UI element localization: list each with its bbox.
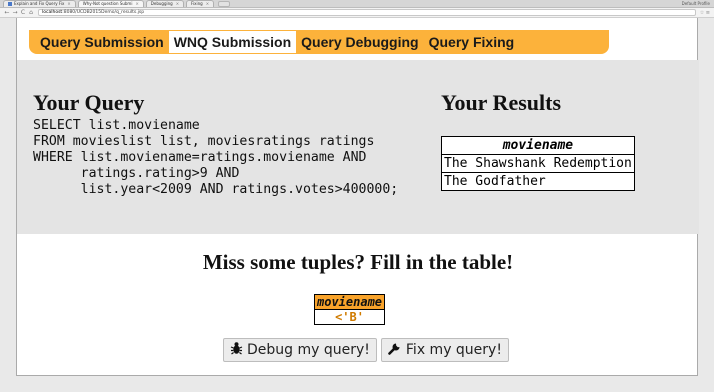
nav-wnq-submission[interactable]: WNQ Submission [168,31,297,53]
results-cell: The Shawshank Redemption [441,154,635,173]
sql-query-text: SELECT list.moviename FROM movieslist li… [33,118,399,197]
missing-tuples-table: moviename <'B' [313,294,386,325]
home-icon[interactable]: ⌂ [27,9,35,17]
debug-button-label: Debug my query! [247,342,370,358]
nav-query-submission[interactable]: Query Submission [35,31,169,53]
favicon-icon [8,2,12,6]
browser-tab[interactable]: Fixing × [186,0,215,7]
back-arrow-icon[interactable]: ← [3,9,11,17]
missing-tuples-heading: Miss some tuples? Fill in the table! [202,250,514,274]
browser-tab[interactable]: Explain and Fix Query Fix × [3,0,76,7]
main-nav: Query Submission WNQ Submission Query De… [29,30,609,54]
nav-query-fixing[interactable]: Query Fixing [424,31,520,53]
missing-tuple-cell[interactable]: <'B' [313,309,386,325]
fix-button-label: Fix my query! [405,342,502,358]
reload-icon[interactable]: C [19,9,27,17]
close-tab-icon[interactable]: × [67,1,70,6]
results-cell: The Godfather [441,172,635,191]
fix-query-button[interactable]: Fix my query! [380,338,509,362]
url-field[interactable]: localhost:8080/UCDB2015Demo/q_results.js… [38,9,696,16]
action-buttons: Debug my query! Fix my query! [223,338,509,362]
browser-tab-active[interactable]: Why-Not question Submi × [77,0,144,7]
tab-label: Why-Not question Submi [82,1,133,6]
tab-label: Explain and Fix Query Fix [14,1,65,6]
new-tab-button[interactable] [218,1,231,7]
your-query-heading: Your Query [33,90,145,115]
wrench-icon [388,341,402,359]
close-tab-icon[interactable]: × [206,1,209,6]
forward-arrow-icon[interactable]: → [11,9,19,17]
page-content: Query Submission WNQ Submission Query De… [16,18,699,376]
address-bar-row: ← → C ⌂ localhost:8080/UCDB2015Demo/q_re… [0,8,714,18]
results-column-header: moviename [441,136,635,155]
close-tab-icon[interactable]: × [176,1,179,6]
debug-query-button[interactable]: Debug my query! [223,338,377,362]
browser-tab-strip: Explain and Fix Query Fix × Why-Not quest… [0,0,714,8]
missing-column-header: moviename [313,294,386,310]
results-table: moviename The Shawshank Redemption The G… [441,136,635,191]
your-results-heading: Your Results [441,90,562,115]
tab-label: Fixing [191,1,203,6]
table-row: <'B' [313,309,386,325]
table-row: The Shawshank Redemption [441,154,635,173]
nav-query-debugging[interactable]: Query Debugging [296,31,423,53]
query-results-panel: Your Query SELECT list.moviename FROM mo… [17,60,699,234]
browser-tab[interactable]: Debugging × [145,0,185,7]
tab-label: Debugging [150,1,173,6]
bug-icon [230,341,243,359]
close-tab-icon[interactable]: × [135,1,138,6]
browser-menu-icon[interactable]: ☆ ≡ [696,10,714,16]
url-path: :8080/UCDB2015Demo/q_results.jsp [62,10,145,15]
table-row: The Godfather [441,172,635,191]
url-host: localhost [42,10,63,15]
profile-label[interactable]: Default Profile [682,0,710,7]
